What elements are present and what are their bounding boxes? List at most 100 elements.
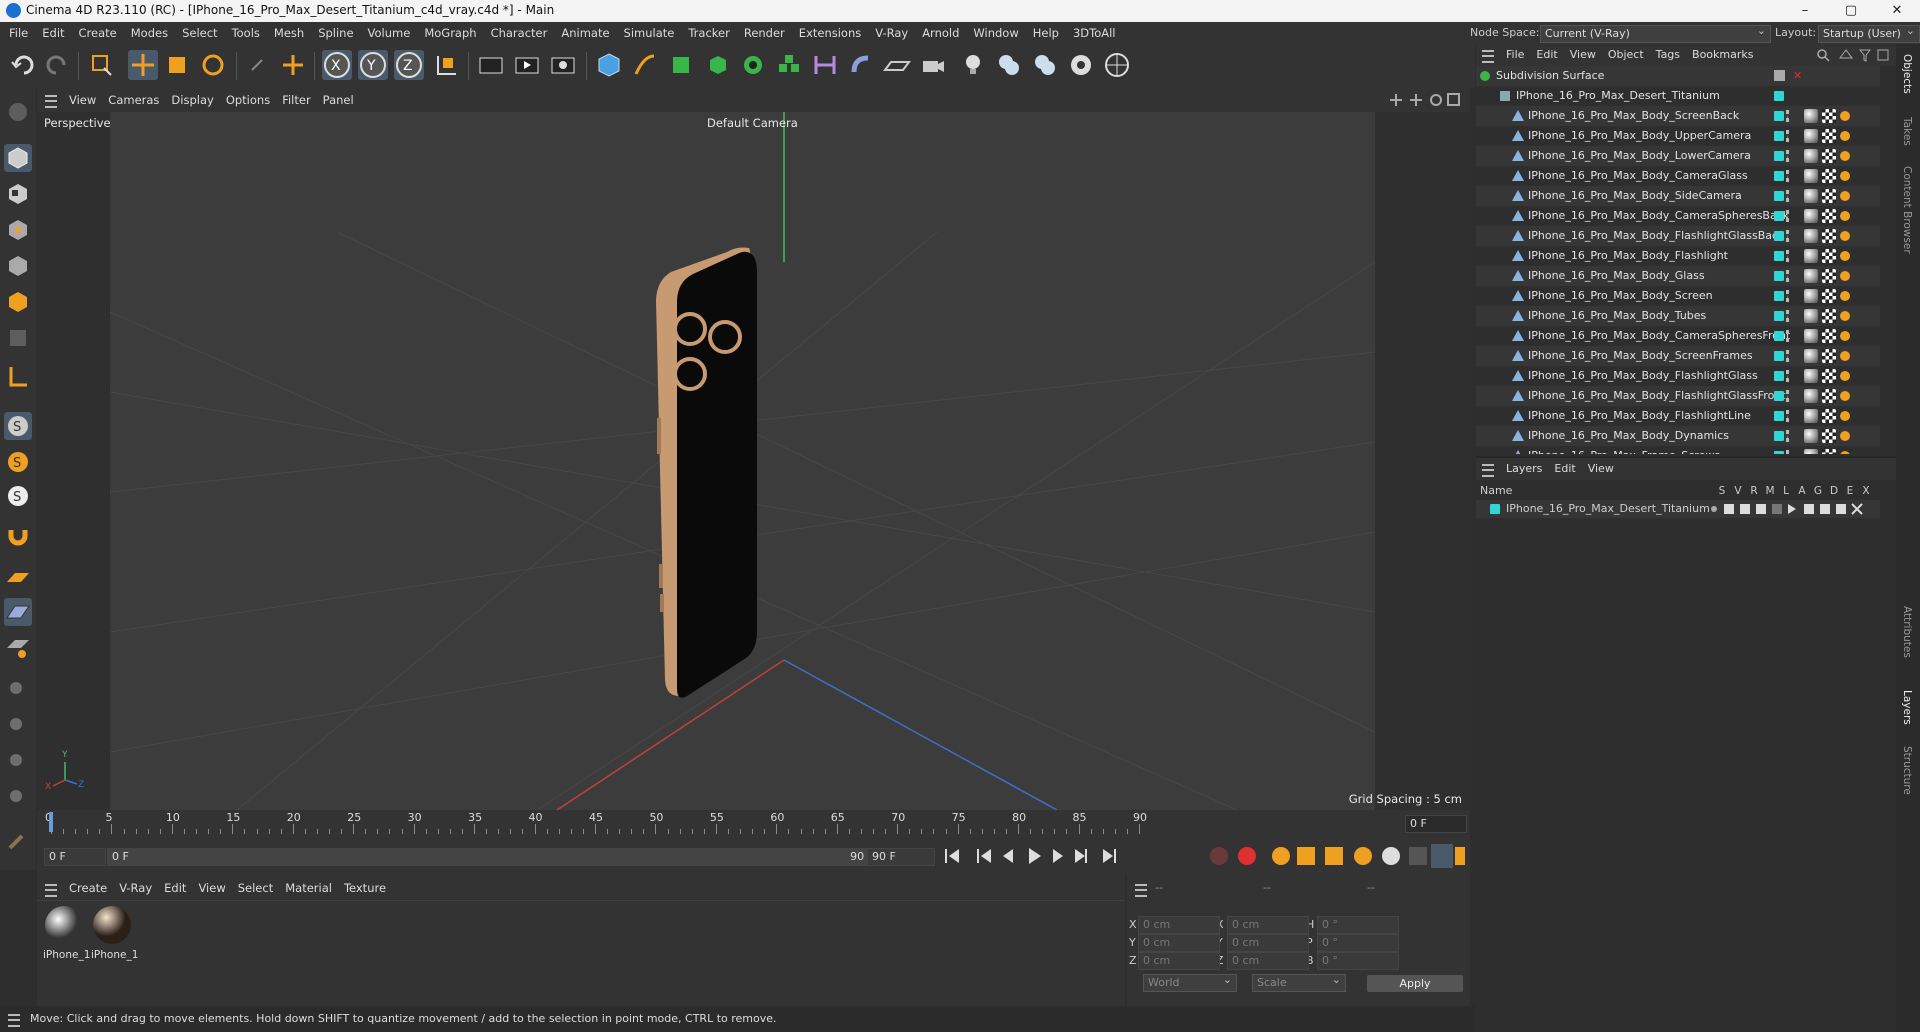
menu-window[interactable]: Window: [966, 22, 1025, 44]
material-tag-icon[interactable]: [1804, 389, 1818, 403]
object-item[interactable]: IPhone_16_Pro_Max_Body_Tubes: [1476, 306, 1880, 326]
checker-tag-icon[interactable]: [1822, 389, 1836, 403]
material-swatch-2[interactable]: iPhone_1: [91, 904, 138, 961]
axis-z-icon[interactable]: Z: [394, 50, 424, 80]
vray-tag-icon[interactable]: [1840, 171, 1850, 181]
layer-col-e[interactable]: E: [1842, 485, 1858, 497]
symmetry-icon[interactable]: [810, 50, 840, 80]
layer-col-d[interactable]: D: [1826, 485, 1842, 497]
menu-create[interactable]: Create: [72, 22, 124, 44]
redo-icon[interactable]: [42, 50, 72, 80]
material-menu-edit[interactable]: Edit: [158, 876, 192, 900]
texture-mode-icon[interactable]: [4, 180, 32, 208]
menu-extensions[interactable]: Extensions: [792, 22, 868, 44]
node-space-select[interactable]: Current (V-Ray): [1540, 23, 1771, 43]
coordinate-system-icon[interactable]: [430, 50, 460, 80]
checker-tag-icon[interactable]: [1822, 269, 1836, 283]
pen-icon[interactable]: [630, 50, 660, 80]
sculpt-icon[interactable]: [4, 746, 32, 774]
material-swatch-1[interactable]: iPhone_1: [43, 904, 90, 961]
checker-tag-icon[interactable]: [1822, 309, 1836, 323]
material-tag-icon[interactable]: [1804, 169, 1818, 183]
visibility-dots[interactable]: [1786, 450, 1792, 454]
points-mode-icon[interactable]: [4, 216, 32, 244]
disable-icon[interactable]: ✕: [1793, 66, 1802, 86]
material-menu-create[interactable]: Create: [63, 876, 113, 900]
visibility-dots[interactable]: [1786, 190, 1792, 202]
vray-tag-icon[interactable]: [1840, 271, 1850, 281]
camera-label[interactable]: Default Camera: [707, 116, 798, 130]
vray-tag-icon[interactable]: [1840, 151, 1850, 161]
live-selection-icon[interactable]: [86, 50, 116, 80]
model-mode-icon[interactable]: [4, 98, 32, 126]
close-button[interactable]: ✕: [1874, 0, 1920, 22]
layer-col-a[interactable]: A: [1794, 485, 1810, 497]
menu-edit[interactable]: Edit: [35, 22, 71, 44]
subdivision-icon[interactable]: [666, 50, 696, 80]
object-item[interactable]: IPhone_16_Pro_Max_Body_FlashlightGlass: [1476, 366, 1880, 386]
menu-render[interactable]: Render: [737, 22, 792, 44]
side-tab-layers[interactable]: Layers: [1901, 690, 1913, 725]
magnet-icon[interactable]: [4, 522, 32, 550]
menu-tracker[interactable]: Tracker: [681, 22, 737, 44]
render-view-icon[interactable]: [512, 50, 542, 80]
viewport-menu-view[interactable]: View: [63, 88, 102, 112]
axis-tool-icon[interactable]: [4, 362, 32, 390]
side-tab-attributes[interactable]: Attributes: [1901, 606, 1913, 658]
objects-menu-view[interactable]: View: [1564, 44, 1602, 66]
smooth-icon[interactable]: [4, 782, 32, 810]
paint-icon[interactable]: [4, 710, 32, 738]
axis-x-icon[interactable]: X: [322, 50, 352, 80]
material-menu-view[interactable]: View: [192, 876, 231, 900]
menu-spline[interactable]: Spline: [311, 22, 360, 44]
visibility-dots[interactable]: [1786, 330, 1792, 342]
edges-mode-icon[interactable]: [4, 252, 32, 280]
checker-tag-icon[interactable]: [1822, 249, 1836, 263]
layers-menu-view[interactable]: View: [1582, 458, 1620, 480]
coord-value-field[interactable]: 0 cm: [1138, 916, 1220, 934]
object-item[interactable]: IPhone_16_Pro_Max_Body_ScreenFrames: [1476, 346, 1880, 366]
vray-tag-icon[interactable]: [1840, 371, 1850, 381]
timeline-ruler[interactable]: 0510152025303540455055606570758085900 F: [37, 810, 1470, 836]
current-frame-field[interactable]: 0 F: [44, 848, 106, 866]
vray-tag-icon[interactable]: [1840, 411, 1850, 421]
checker-tag-icon[interactable]: [1822, 109, 1836, 123]
array-icon[interactable]: [774, 50, 804, 80]
camera-icon[interactable]: [918, 50, 948, 80]
menu-file[interactable]: File: [2, 22, 35, 44]
vray-tag-icon[interactable]: [1840, 231, 1850, 241]
cube-icon[interactable]: [594, 50, 624, 80]
menu-volume[interactable]: Volume: [361, 22, 418, 44]
python-icon[interactable]: [994, 50, 1024, 80]
material-tag-icon[interactable]: [1804, 209, 1818, 223]
material-menu-material[interactable]: Material: [279, 876, 338, 900]
vray-tag-icon[interactable]: [1840, 331, 1850, 341]
material-menu-select[interactable]: Select: [232, 876, 279, 900]
globe-icon[interactable]: [1102, 50, 1132, 80]
viewport-menu-panel[interactable]: Panel: [317, 88, 360, 112]
material-tag-icon[interactable]: [1804, 249, 1818, 263]
checker-tag-icon[interactable]: [1822, 289, 1836, 303]
object-item[interactable]: IPhone_16_Pro_Max_Body_LowerCamera: [1476, 146, 1880, 166]
undo-icon[interactable]: [8, 50, 38, 80]
object-item[interactable]: IPhone_16_Pro_Max_Body_CameraGlass: [1476, 166, 1880, 186]
end-frame-field[interactable]: 90 F: [867, 848, 935, 866]
checker-tag-icon[interactable]: [1822, 429, 1836, 443]
menu-tools[interactable]: Tools: [225, 22, 267, 44]
menu-arnold[interactable]: Arnold: [915, 22, 966, 44]
menu-modes[interactable]: Modes: [124, 22, 175, 44]
visibility-dots[interactable]: [1786, 310, 1792, 322]
viewport-nav-icons[interactable]: [1390, 93, 1460, 107]
layer-col-s[interactable]: S: [1714, 485, 1730, 497]
side-tab-content-browser[interactable]: Content Browser: [1901, 166, 1913, 254]
status-menu-icon[interactable]: [8, 1014, 20, 1027]
menu-mesh[interactable]: Mesh: [267, 22, 311, 44]
menu-vray[interactable]: V-Ray: [868, 22, 915, 44]
coord-value-field[interactable]: 0 cm: [1138, 952, 1220, 970]
object-item[interactable]: IPhone_16_Pro_Max_Body_ScreenBack: [1476, 106, 1880, 126]
light-icon[interactable]: [958, 50, 988, 80]
deformer-icon[interactable]: [846, 50, 876, 80]
visibility-dots[interactable]: [1786, 150, 1792, 162]
objects-menu-tags[interactable]: Tags: [1650, 44, 1686, 66]
visibility-dots[interactable]: [1786, 130, 1792, 142]
